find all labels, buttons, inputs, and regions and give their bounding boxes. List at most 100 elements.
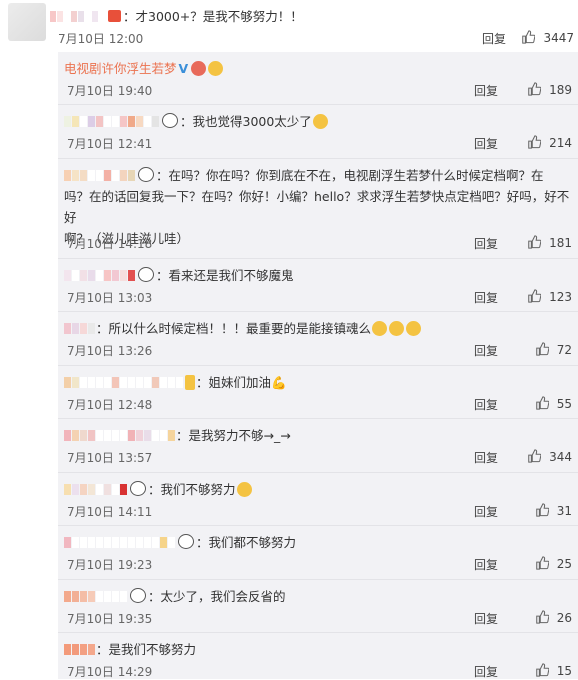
thumbs-up-icon (535, 396, 549, 410)
reply-text: ：太少了，我们会反省的 (148, 589, 286, 604)
like-button[interactable]: 31 (510, 503, 572, 518)
reply-button[interactable]: 回复 (474, 610, 498, 627)
like-button[interactable]: 214 (510, 135, 572, 150)
bottle-emoji-icon (185, 375, 195, 390)
reply-list: 电视剧许你浮生若梦 V 7月10日 19:40 回复 189 ：我也觉得3000太… (58, 52, 578, 679)
divider (58, 365, 578, 366)
username-mosaic[interactable] (64, 266, 136, 281)
like-count: 26 (556, 611, 572, 625)
username-mosaic[interactable] (64, 640, 96, 655)
username-mosaic[interactable] (64, 480, 128, 495)
emoji-icon (236, 482, 252, 497)
reply-button[interactable]: 回复 (474, 503, 498, 520)
divider (58, 418, 578, 419)
like-button[interactable]: 344 (510, 449, 572, 464)
avatar[interactable] (8, 3, 46, 41)
reply-time: 7月10日 14:29 (67, 665, 153, 679)
reply-time: 7月10日 12:48 (67, 398, 153, 412)
thumbs-up-icon (528, 449, 542, 463)
username-mosaic[interactable] (64, 426, 176, 441)
reply-time: 7月10日 13:26 (67, 344, 153, 358)
divider (58, 104, 578, 105)
reply-time: 7月10日 19:40 (67, 84, 153, 98)
verified-v-icon: V (178, 61, 189, 76)
username-mosaic[interactable] (64, 166, 136, 181)
reply-button[interactable]: 回复 (474, 663, 498, 680)
reply-time: 7月10日 19:35 (67, 612, 153, 626)
emoji-icon (406, 321, 422, 336)
like-button[interactable]: 55 (510, 396, 572, 411)
reply-button[interactable]: 回复 (474, 82, 498, 99)
like-count: 181 (549, 236, 572, 250)
like-count: 25 (556, 557, 572, 571)
divider (58, 472, 578, 473)
panda-emoji-icon (138, 267, 154, 282)
reply-button[interactable]: 回复 (474, 235, 498, 252)
reply-text: ：我们不够努力 (148, 482, 236, 497)
like-count: 123 (549, 290, 572, 304)
panda-emoji-icon (130, 588, 146, 603)
divider (58, 632, 578, 633)
like-count: 31 (556, 504, 572, 518)
like-button[interactable]: 189 (510, 82, 572, 97)
like-button[interactable]: 181 (510, 235, 572, 250)
username-mosaic[interactable] (64, 587, 128, 602)
main-comment-text: ：才3000+？是我不够努力！！ (123, 9, 303, 24)
like-button[interactable]: 72 (510, 342, 572, 357)
divider (58, 258, 578, 259)
divider (58, 158, 578, 159)
like-count: 189 (549, 83, 572, 97)
weibo-comment-thread: ：才3000+？是我不够努力！！ 7月10日 12:00 回复 3447 电视剧… (0, 0, 578, 679)
username-mosaic[interactable] (64, 373, 184, 388)
reply-text: ：所以什么时候定档！！！最重要的是能接镇魂么 (96, 321, 372, 336)
main-comment-line: ：才3000+？是我不够努力！！ (50, 6, 303, 25)
thumbs-up-icon (535, 556, 549, 570)
thumbs-up-icon (528, 235, 542, 249)
reply-button[interactable]: 回复 (474, 342, 498, 359)
main-comment: ：才3000+？是我不够努力！！ 7月10日 12:00 回复 3447 (0, 0, 578, 52)
main-comment-time: 7月10日 12:00 (58, 32, 144, 46)
thumbs-up-icon (528, 135, 542, 149)
reply-time: 7月10日 14:18 (67, 237, 153, 251)
username-mosaic[interactable] (64, 319, 96, 334)
reply-text: ：我也觉得3000太少了 (180, 114, 312, 129)
heart-emoji-icon (191, 61, 207, 76)
divider (58, 579, 578, 580)
like-button[interactable]: 26 (510, 610, 572, 625)
emoji-icon (312, 114, 328, 129)
reply-button[interactable]: 回复 (474, 135, 498, 152)
reply-button[interactable]: 回复 (474, 289, 498, 306)
reply-text: ：看来还是我们不够魔鬼 (156, 268, 294, 283)
username-mosaic[interactable] (64, 112, 160, 127)
thumbs-up-icon (535, 610, 549, 624)
divider (58, 311, 578, 312)
reply-username[interactable]: 电视剧许你浮生若梦 (64, 61, 177, 76)
reply-button[interactable]: 回复 (474, 396, 498, 413)
reply-time: 7月10日 13:03 (67, 291, 153, 305)
main-reply-button[interactable]: 回复 (482, 30, 506, 47)
reply-time: 7月10日 12:41 (67, 137, 153, 151)
main-like-button[interactable]: 3447 (512, 30, 574, 45)
like-button[interactable]: 123 (510, 289, 572, 304)
like-button[interactable]: 25 (510, 556, 572, 571)
reply-text-line-1: ：在吗？你在吗？你到底在不在，电视剧浮生若梦什么时候定档啊？在 (156, 168, 544, 183)
divider (58, 525, 578, 526)
like-count: 214 (549, 136, 572, 150)
username-mosaic[interactable] (50, 10, 106, 22)
thumbs-up-icon (535, 503, 549, 517)
member-badge-icon (108, 10, 121, 22)
thumbs-up-icon (522, 30, 536, 44)
thumbs-up-icon (535, 663, 549, 677)
reply-button[interactable]: 回复 (474, 449, 498, 466)
reply-time: 7月10日 14:11 (67, 505, 153, 519)
panda-emoji-icon (138, 167, 154, 182)
thumbs-up-icon (535, 342, 549, 356)
muscle-emoji-icon: 💪 (271, 375, 287, 390)
panda-emoji-icon (178, 534, 194, 549)
reply-button[interactable]: 回复 (474, 556, 498, 573)
reply-text: ：我们都不够努力 (196, 535, 297, 550)
panda-emoji-icon (162, 113, 178, 128)
panda-emoji-icon (130, 481, 146, 496)
username-mosaic[interactable] (64, 533, 176, 548)
like-button[interactable]: 15 (510, 663, 572, 678)
